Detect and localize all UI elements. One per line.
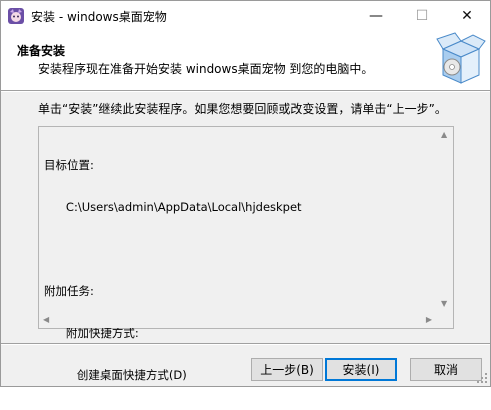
instruction-text: 单击“安装”继续此安装程序。如果您想要回顾或改变设置，请单击“上一步”。 [38,102,447,116]
window-title: 安装 - windows桌面宠物 [31,10,167,24]
vertical-scrollbar[interactable]: ▲ ▼ [436,127,453,311]
close-icon: ✕ [461,7,473,24]
scroll-left-icon[interactable]: ◀ [43,315,49,324]
installer-window: 安装 - windows桌面宠物 — ☐ ✕ 准备安装 安装程序现在准备开始安装… [0,0,491,387]
maximize-button[interactable]: ☐ [399,1,445,30]
install-box-icon [436,32,486,84]
page-subtitle: 安装程序现在准备开始安装 windows桌面宠物 到您的电脑中。 [38,62,374,76]
minimize-button[interactable]: — [353,1,399,30]
minimize-icon: — [369,7,383,24]
resize-grip-icon[interactable] [476,372,488,384]
close-button[interactable]: ✕ [444,1,490,30]
memo-line: 附加任务: [44,284,94,298]
title-bar[interactable]: 安装 - windows桌面宠物 — ☐ ✕ [1,1,490,31]
scroll-up-icon[interactable]: ▲ [441,130,447,139]
install-button[interactable]: 安装(I) [325,358,397,381]
memo-line: 目标位置: [44,158,94,172]
header-divider-highlight [1,91,490,92]
memo-line: C:\Users\admin\AppData\Local\hjdeskpet [44,200,302,214]
wizard-header: 准备安装 安装程序现在准备开始安装 windows桌面宠物 到您的电脑中。 [1,31,490,90]
footer-divider-highlight [1,344,490,345]
back-button[interactable]: 上一步(B) [251,358,323,381]
app-icon [8,8,24,24]
horizontal-scrollbar[interactable]: ◀ ▶ [39,311,436,328]
cancel-button[interactable]: 取消 [410,358,482,381]
maximize-icon: ☐ [415,7,429,24]
ready-memo[interactable]: 目标位置: C:\Users\admin\AppData\Local\hjdes… [38,126,454,382]
scroll-right-icon[interactable]: ▶ [426,315,432,324]
memo-line [44,242,302,256]
scroll-down-icon[interactable]: ▼ [441,299,447,308]
page-title: 准备安装 [17,44,66,58]
memo-line: 附加快捷方式: [44,326,139,340]
